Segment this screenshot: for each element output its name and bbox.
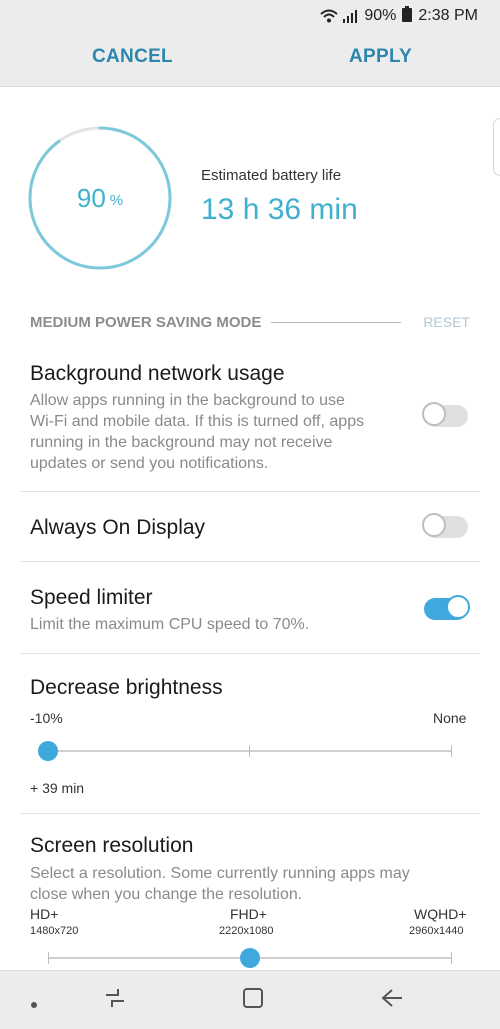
brightness-min-label: -10% [30,710,63,726]
always-on-display-title: Always On Display [30,516,206,539]
navigation-bar [0,970,500,1029]
background-network-line-1: Allow apps running in the background to … [30,392,345,409]
apply-button[interactable]: APPLY [349,46,412,68]
brightness-tick-end [451,745,452,757]
screen-resolution-line-2: close when you change the resolution. [30,886,303,903]
estimated-battery-label: Estimated battery life [201,167,342,184]
brightness-track[interactable] [48,750,452,752]
battery-percent-value: 90 [76,182,106,213]
scroll-indicator[interactable] [493,118,500,176]
battery-percent-unit: % [109,191,124,209]
resolution-option-wqhd-size: 2960x1440 [409,925,464,937]
decrease-brightness-title: Decrease brightness [30,676,223,699]
resolution-option-hd-size: 1480x720 [30,925,79,937]
divider [20,491,480,492]
speed-limiter-description: Limit the maximum CPU speed to 70%. [30,616,310,633]
speed-limiter-title: Speed limiter [30,586,153,609]
divider [20,813,480,814]
recents-icon[interactable] [104,987,126,1014]
brightness-slider-thumb[interactable] [38,741,58,761]
reset-button[interactable]: RESET [423,314,470,330]
resolution-slider-thumb[interactable] [240,948,260,968]
resolution-tick-start [48,952,49,964]
always-on-display-toggle[interactable] [422,513,468,538]
resolution-option-fhd-name[interactable]: FHD+ [230,906,267,922]
background-network-title: Background network usage [30,362,285,385]
dot-icon[interactable] [30,996,38,1014]
cancel-button[interactable]: CANCEL [92,46,173,68]
signal-icon [342,9,358,23]
estimated-battery-value: 13 h 36 min [201,193,358,226]
status-icons [320,9,358,23]
section-divider [271,321,402,323]
battery-icon [402,5,413,27]
resolution-tick-end [451,952,452,964]
clock: 2:38 PM [418,7,478,24]
action-bar: CANCEL APPLY [0,32,500,87]
back-icon[interactable] [380,987,404,1014]
screen-resolution-title: Screen resolution [30,834,194,857]
brightness-max-label: None [433,710,467,726]
battery-ring: 90 % [28,126,172,270]
mode-section-header: MEDIUM POWER SAVING MODE RESET [30,312,470,332]
background-network-line-4: updates or send you notifications. [30,455,269,472]
background-network-toggle[interactable] [422,402,468,427]
wifi-icon [320,9,339,23]
home-icon[interactable] [242,987,264,1014]
resolution-option-hd-name[interactable]: HD+ [30,906,58,922]
background-network-line-3: running in the background may not receiv… [30,434,333,451]
divider [20,653,480,654]
brightness-extra-time: + 39 min [30,780,85,796]
speed-limiter-toggle[interactable] [424,595,470,620]
screen-resolution-line-1: Select a resolution. Some currently runn… [30,865,410,882]
divider [20,561,480,562]
status-bar: 90% 2:38 PM [0,0,500,32]
brightness-tick-mid [249,745,250,757]
resolution-option-fhd-size: 2220x1080 [219,925,274,937]
resolution-option-wqhd-name[interactable]: WQHD+ [414,906,467,922]
background-network-line-2: Wi-Fi and mobile data. If this is turned… [30,413,365,430]
mode-title: MEDIUM POWER SAVING MODE [30,313,262,331]
battery-percent: 90% [364,7,397,24]
